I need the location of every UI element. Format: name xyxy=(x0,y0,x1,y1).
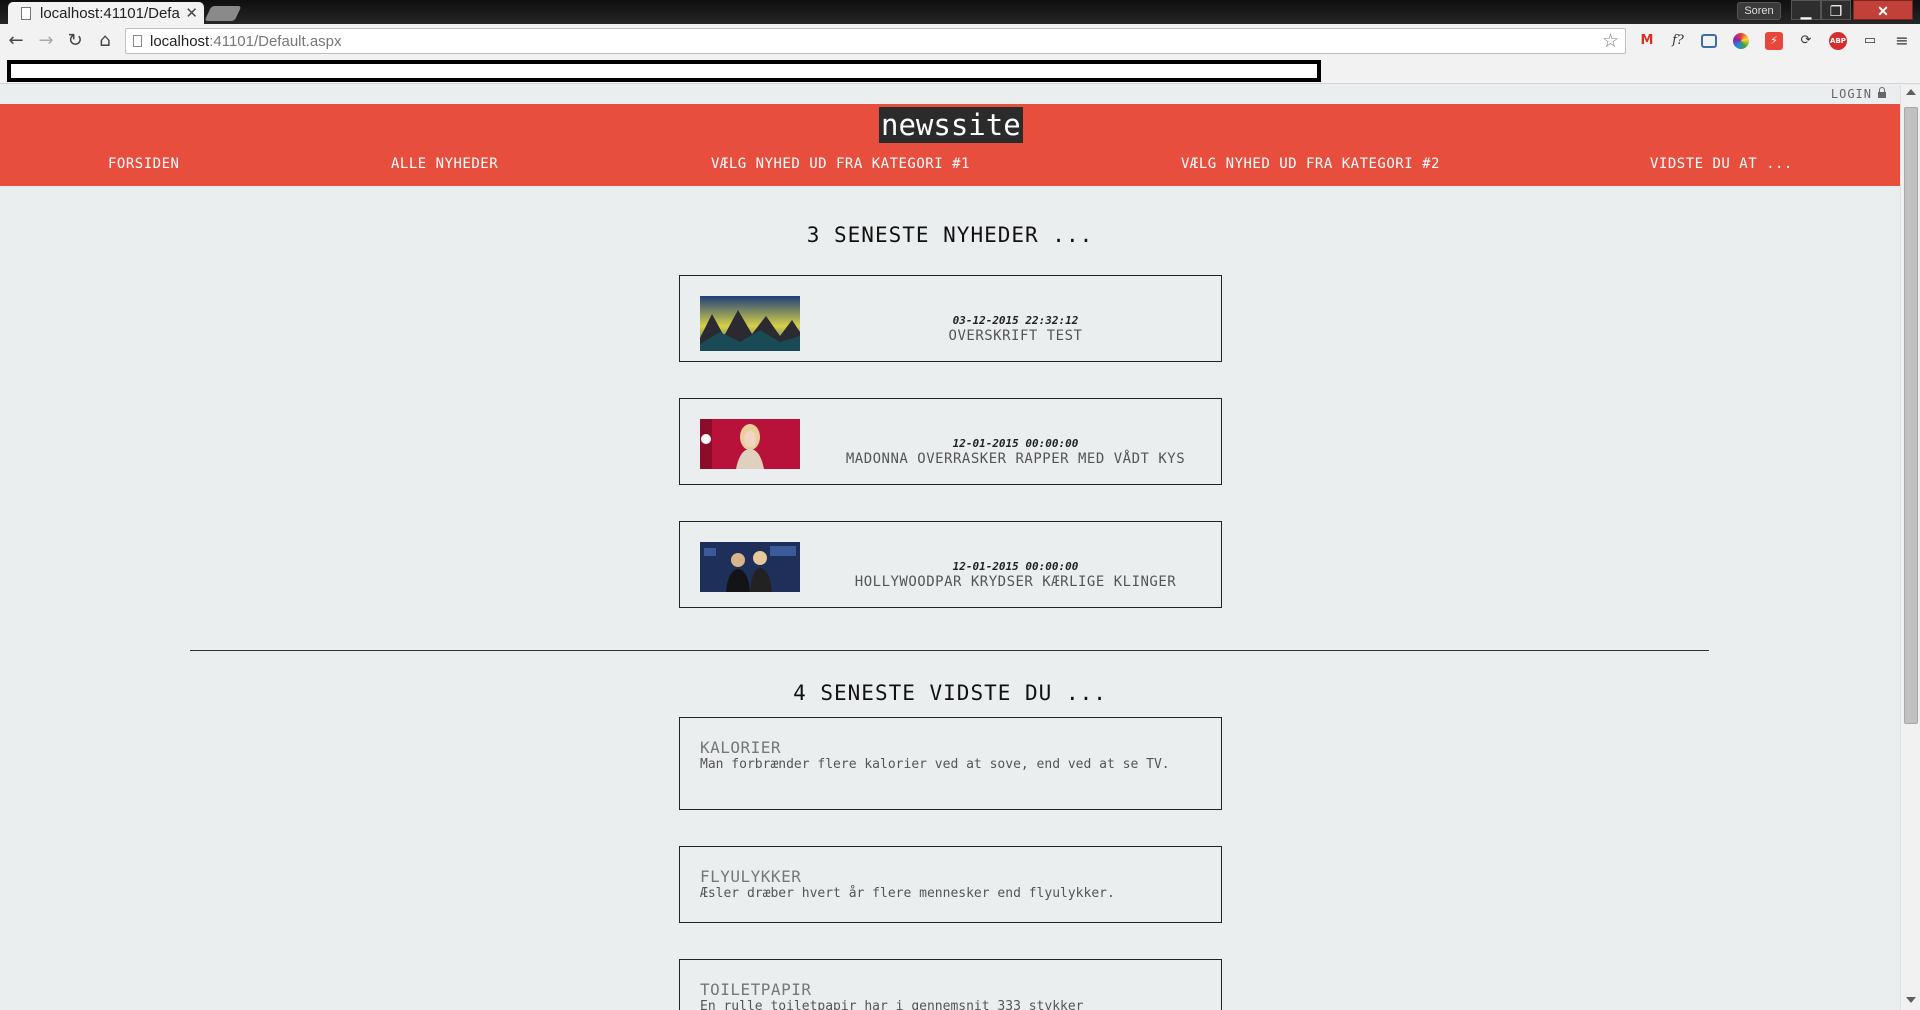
adblock-icon[interactable]: ABP xyxy=(1829,32,1847,50)
news-section-title: 3 SENESTE NYHEDER ... xyxy=(806,223,1094,247)
url-host: localhost xyxy=(150,33,210,50)
nav-alle-nyheder[interactable]: ALLE NYHEDER xyxy=(391,156,498,172)
page-scrollbar[interactable] xyxy=(1900,85,1920,1010)
nav-kategori-1[interactable]: VÆLG NYHED UD FRA KATEGORI #1 xyxy=(711,156,970,172)
screen-capture-icon[interactable] xyxy=(1701,34,1717,48)
browser-tab[interactable]: localhost:41101/Defa ✕ xyxy=(8,2,204,24)
section-divider xyxy=(190,650,1709,651)
site-header: newssite FORSIDEN ALLE NYHEDER VÆLG NYHE… xyxy=(0,104,1900,186)
fact-title: FLYULYKKER xyxy=(700,867,802,886)
news-thumbnail xyxy=(700,419,800,469)
history-icon[interactable]: ⟳ xyxy=(1797,32,1815,50)
login-bar: LOGIN xyxy=(0,85,1900,104)
page-icon xyxy=(133,35,142,47)
fact-title: TOILETPAPIR xyxy=(700,980,812,999)
news-text: 12-01-2015 00:00:00 MADONNA OVERRASKER R… xyxy=(810,437,1221,467)
url-path: :41101/Default.aspx xyxy=(209,33,342,50)
new-tab-button[interactable] xyxy=(204,6,242,21)
profile-button[interactable]: Soren xyxy=(1737,2,1781,20)
news-text: 03-12-2015 22:32:12 OVERSKRIFT TEST xyxy=(810,314,1221,344)
window-close-icon[interactable]: ✕ xyxy=(1853,0,1913,20)
menu-icon[interactable]: ≡ xyxy=(1893,32,1911,50)
news-headline[interactable]: MADONNA OVERRASKER RAPPER MED VÅDT KYS xyxy=(810,451,1221,467)
minimize-icon[interactable]: ▁ xyxy=(1791,0,1821,20)
color-picker-icon[interactable] xyxy=(1733,33,1749,49)
login-label: LOGIN xyxy=(1830,87,1872,101)
scroll-thumb[interactable] xyxy=(1904,107,1918,724)
news-headline[interactable]: HOLLYWOODPAR KRYDSER KÆRLIGE KLINGER xyxy=(810,574,1221,590)
scroll-down-icon[interactable] xyxy=(1906,997,1916,1003)
news-date: 12-01-2015 00:00:00 xyxy=(952,560,1079,573)
news-date: 03-12-2015 22:32:12 xyxy=(952,314,1079,327)
fact-title: KALORIER xyxy=(700,738,782,757)
news-card[interactable]: 12-01-2015 00:00:00 MADONNA OVERRASKER R… xyxy=(679,398,1222,485)
nav-vidste-du-at[interactable]: VIDSTE DU AT ... xyxy=(1650,156,1793,172)
back-icon[interactable]: ← xyxy=(5,30,27,52)
forward-icon[interactable]: → xyxy=(35,30,57,52)
cast-icon[interactable]: ▭ xyxy=(1861,32,1879,50)
formula-icon[interactable]: f? xyxy=(1669,32,1687,50)
address-bar[interactable]: localhost:41101/Default.aspx ☆ xyxy=(125,28,1626,54)
tab-close-icon[interactable]: ✕ xyxy=(185,4,198,22)
home-icon[interactable]: ⌂ xyxy=(94,30,116,52)
news-date: 12-01-2015 00:00:00 xyxy=(952,437,1079,450)
nav-kategori-2[interactable]: VÆLG NYHED UD FRA KATEGORI #2 xyxy=(1181,156,1440,172)
reload-icon[interactable]: ↻ xyxy=(64,30,86,52)
fact-text: Æsler dræber hvert år flere mennesker en… xyxy=(700,886,1115,901)
fact-card[interactable]: TOILETPAPIR En rulle toiletpapir har i g… xyxy=(679,959,1222,1010)
news-headline[interactable]: OVERSKRIFT TEST xyxy=(810,328,1221,344)
tab-title: localhost:41101/Defa xyxy=(40,5,180,22)
fact-card[interactable]: FLYULYKKER Æsler dræber hvert år flere m… xyxy=(679,846,1222,923)
maximize-icon[interactable]: ❐ xyxy=(1821,0,1851,20)
fact-card[interactable]: KALORIER Man forbrænder flere kalorier v… xyxy=(679,717,1222,810)
lock-icon xyxy=(1878,87,1886,98)
document-icon xyxy=(21,7,31,20)
gmail-icon[interactable]: M xyxy=(1638,32,1656,50)
news-text: 12-01-2015 00:00:00 HOLLYWOODPAR KRYDSER… xyxy=(810,560,1221,590)
nav-forsiden[interactable]: FORSIDEN xyxy=(108,156,179,172)
scroll-up-icon[interactable] xyxy=(1906,89,1916,95)
news-thumbnail xyxy=(700,296,800,351)
redaction-box xyxy=(7,60,1321,82)
browser-toolbar: ← → ↻ ⌂ localhost:41101/Default.aspx ☆ M… xyxy=(0,24,1920,58)
page-viewport: LOGIN newssite FORSIDEN ALLE NYHEDER VÆL… xyxy=(0,85,1900,1010)
facts-section-title: 4 SENESTE VIDSTE DU ... xyxy=(793,681,1107,705)
fact-text: En rulle toiletpapir har i gennemsnit 33… xyxy=(700,999,1084,1010)
news-card[interactable]: 03-12-2015 22:32:12 OVERSKRIFT TEST xyxy=(679,275,1222,362)
news-card[interactable]: 12-01-2015 00:00:00 HOLLYWOODPAR KRYDSER… xyxy=(679,521,1222,608)
browser-titlebar: localhost:41101/Defa ✕ Soren ▁ ❐ ✕ xyxy=(0,0,1920,24)
site-logo[interactable]: newssite xyxy=(879,107,1023,143)
lightning-icon[interactable]: ⚡ xyxy=(1765,32,1783,50)
news-thumbnail xyxy=(700,542,800,592)
bookmark-bar xyxy=(0,58,1920,84)
login-link[interactable]: LOGIN xyxy=(1831,87,1886,101)
bookmark-star-icon[interactable]: ☆ xyxy=(1602,30,1619,52)
fact-text: Man forbrænder flere kalorier ved at sov… xyxy=(700,757,1170,772)
